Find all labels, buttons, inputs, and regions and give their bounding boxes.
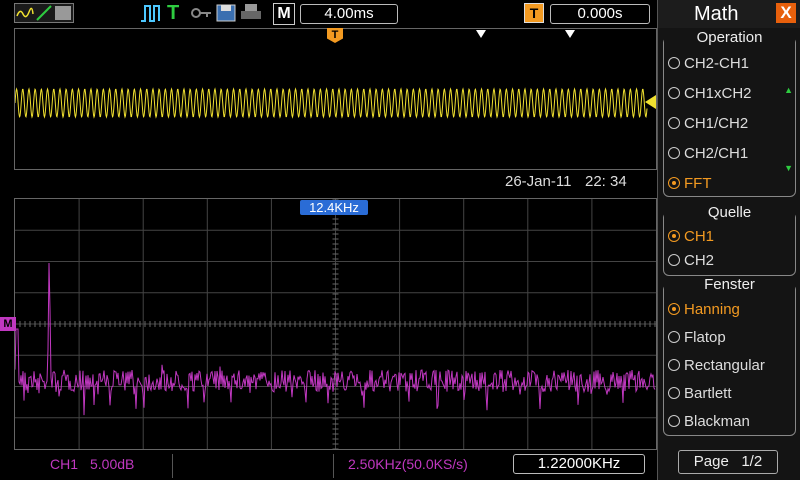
status-bar: CH1 5.00dB 2.50KHz(50.0KS/s) 1.22000KHz <box>0 452 657 480</box>
time-domain-waveform <box>15 87 648 119</box>
option-source-ch1[interactable]: CH1 <box>668 228 714 245</box>
option-ch2-div-ch1[interactable]: CH2/CH1 <box>668 145 748 162</box>
option-rectangular[interactable]: Rectangular <box>668 357 765 374</box>
pulse-icon[interactable] <box>140 3 162 23</box>
operation-title: Operation <box>664 29 795 46</box>
status-divider <box>333 454 334 478</box>
status-divider <box>172 454 173 478</box>
key-icon[interactable] <box>190 3 212 23</box>
window-end-marker <box>565 30 575 38</box>
math-menu-panel: Math X Operation CH2-CH1 CH1xCH2 CH1/CH2… <box>657 0 800 480</box>
radio-icon <box>668 177 680 189</box>
window-group: Fenster Hanning Flatop Rectangular Bartl… <box>663 276 796 436</box>
waveform-style-icon[interactable] <box>14 3 74 23</box>
source-group: Quelle CH1 CH2 <box>663 204 796 276</box>
radio-icon <box>668 117 680 129</box>
timebase-display[interactable]: 4.00ms <box>300 4 398 24</box>
radio-icon <box>668 303 680 315</box>
radio-icon <box>668 87 680 99</box>
radio-icon <box>668 387 680 399</box>
date-label: 26-Jan-11 <box>505 173 572 190</box>
option-bartlett[interactable]: Bartlett <box>668 385 732 402</box>
scale-label: 5.00dB <box>90 456 135 472</box>
option-ch1-div-ch2[interactable]: CH1/CH2 <box>668 115 748 132</box>
save-icon[interactable] <box>215 3 237 23</box>
time-trace-path <box>15 87 648 119</box>
print-icon[interactable] <box>240 3 262 23</box>
radio-icon <box>668 230 680 242</box>
window-start-marker <box>476 30 486 38</box>
channel-label: CH1 <box>50 456 79 472</box>
option-blackman[interactable]: Blackman <box>668 413 750 430</box>
trigger-level-marker[interactable] <box>645 95 656 109</box>
fft-view <box>14 198 657 450</box>
fft-trace-path <box>15 262 656 416</box>
math-channel-marker[interactable]: M <box>0 317 16 331</box>
operation-group: Operation CH2-CH1 CH1xCH2 CH1/CH2 CH2/CH… <box>663 29 796 197</box>
span-label: 2.50KHz(50.0KS/s) <box>348 456 468 472</box>
fft-spectrum-trace <box>15 262 656 416</box>
radio-icon <box>668 415 680 427</box>
radio-icon <box>668 57 680 69</box>
option-fft[interactable]: FFT <box>668 175 712 192</box>
window-title: Fenster <box>664 276 795 293</box>
radio-icon <box>668 359 680 371</box>
trigger-icon[interactable]: T <box>167 2 179 25</box>
close-button[interactable]: X <box>776 3 796 23</box>
menu-title: Math <box>694 3 739 25</box>
source-title: Quelle <box>664 204 795 221</box>
cursor-readout[interactable]: 1.22000KHz <box>513 454 645 474</box>
option-flatop[interactable]: Flatop <box>668 329 726 346</box>
time-domain-view <box>14 28 657 170</box>
fft-cursor-frequency[interactable]: 12.4KHz <box>300 200 368 215</box>
option-ch1xch2[interactable]: CH1xCH2 <box>668 85 752 102</box>
scroll-up-icon[interactable]: ▲ <box>784 85 793 95</box>
top-toolbar: T M 4.00ms T 0.000s <box>0 0 657 28</box>
radio-icon <box>668 147 680 159</box>
radio-icon <box>668 331 680 343</box>
time-label: 22: 34 <box>585 173 627 190</box>
option-hanning[interactable]: Hanning <box>668 301 740 318</box>
radio-icon <box>668 254 680 266</box>
math-mode-badge[interactable]: M <box>273 3 295 25</box>
page-button[interactable]: Page 1/2 <box>678 450 778 474</box>
trigger-position-icon[interactable]: T <box>524 3 544 23</box>
trigger-offset-display[interactable]: 0.000s <box>550 4 650 24</box>
option-ch2-ch1[interactable]: CH2-CH1 <box>668 55 749 72</box>
menu-title-bar: Math X <box>658 0 800 28</box>
option-source-ch2[interactable]: CH2 <box>668 252 714 269</box>
scroll-down-icon[interactable]: ▼ <box>784 163 793 173</box>
